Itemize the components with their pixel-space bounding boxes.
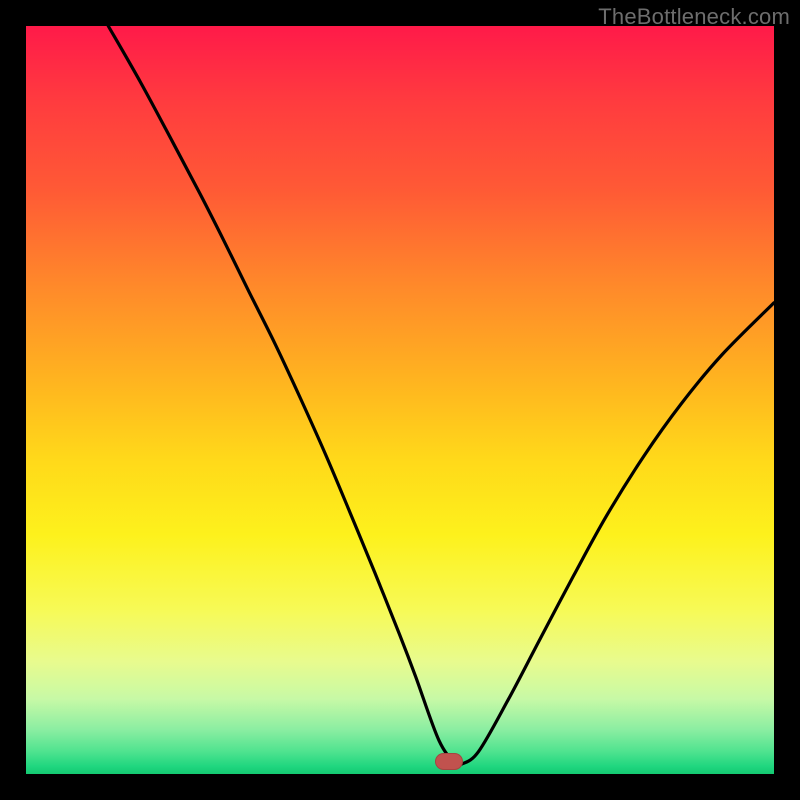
chart-frame: TheBottleneck.com [0, 0, 800, 800]
chart-plot-area [26, 26, 774, 774]
bottleneck-curve [26, 26, 774, 774]
optimal-point-marker [435, 753, 463, 770]
watermark-text: TheBottleneck.com [598, 4, 790, 30]
